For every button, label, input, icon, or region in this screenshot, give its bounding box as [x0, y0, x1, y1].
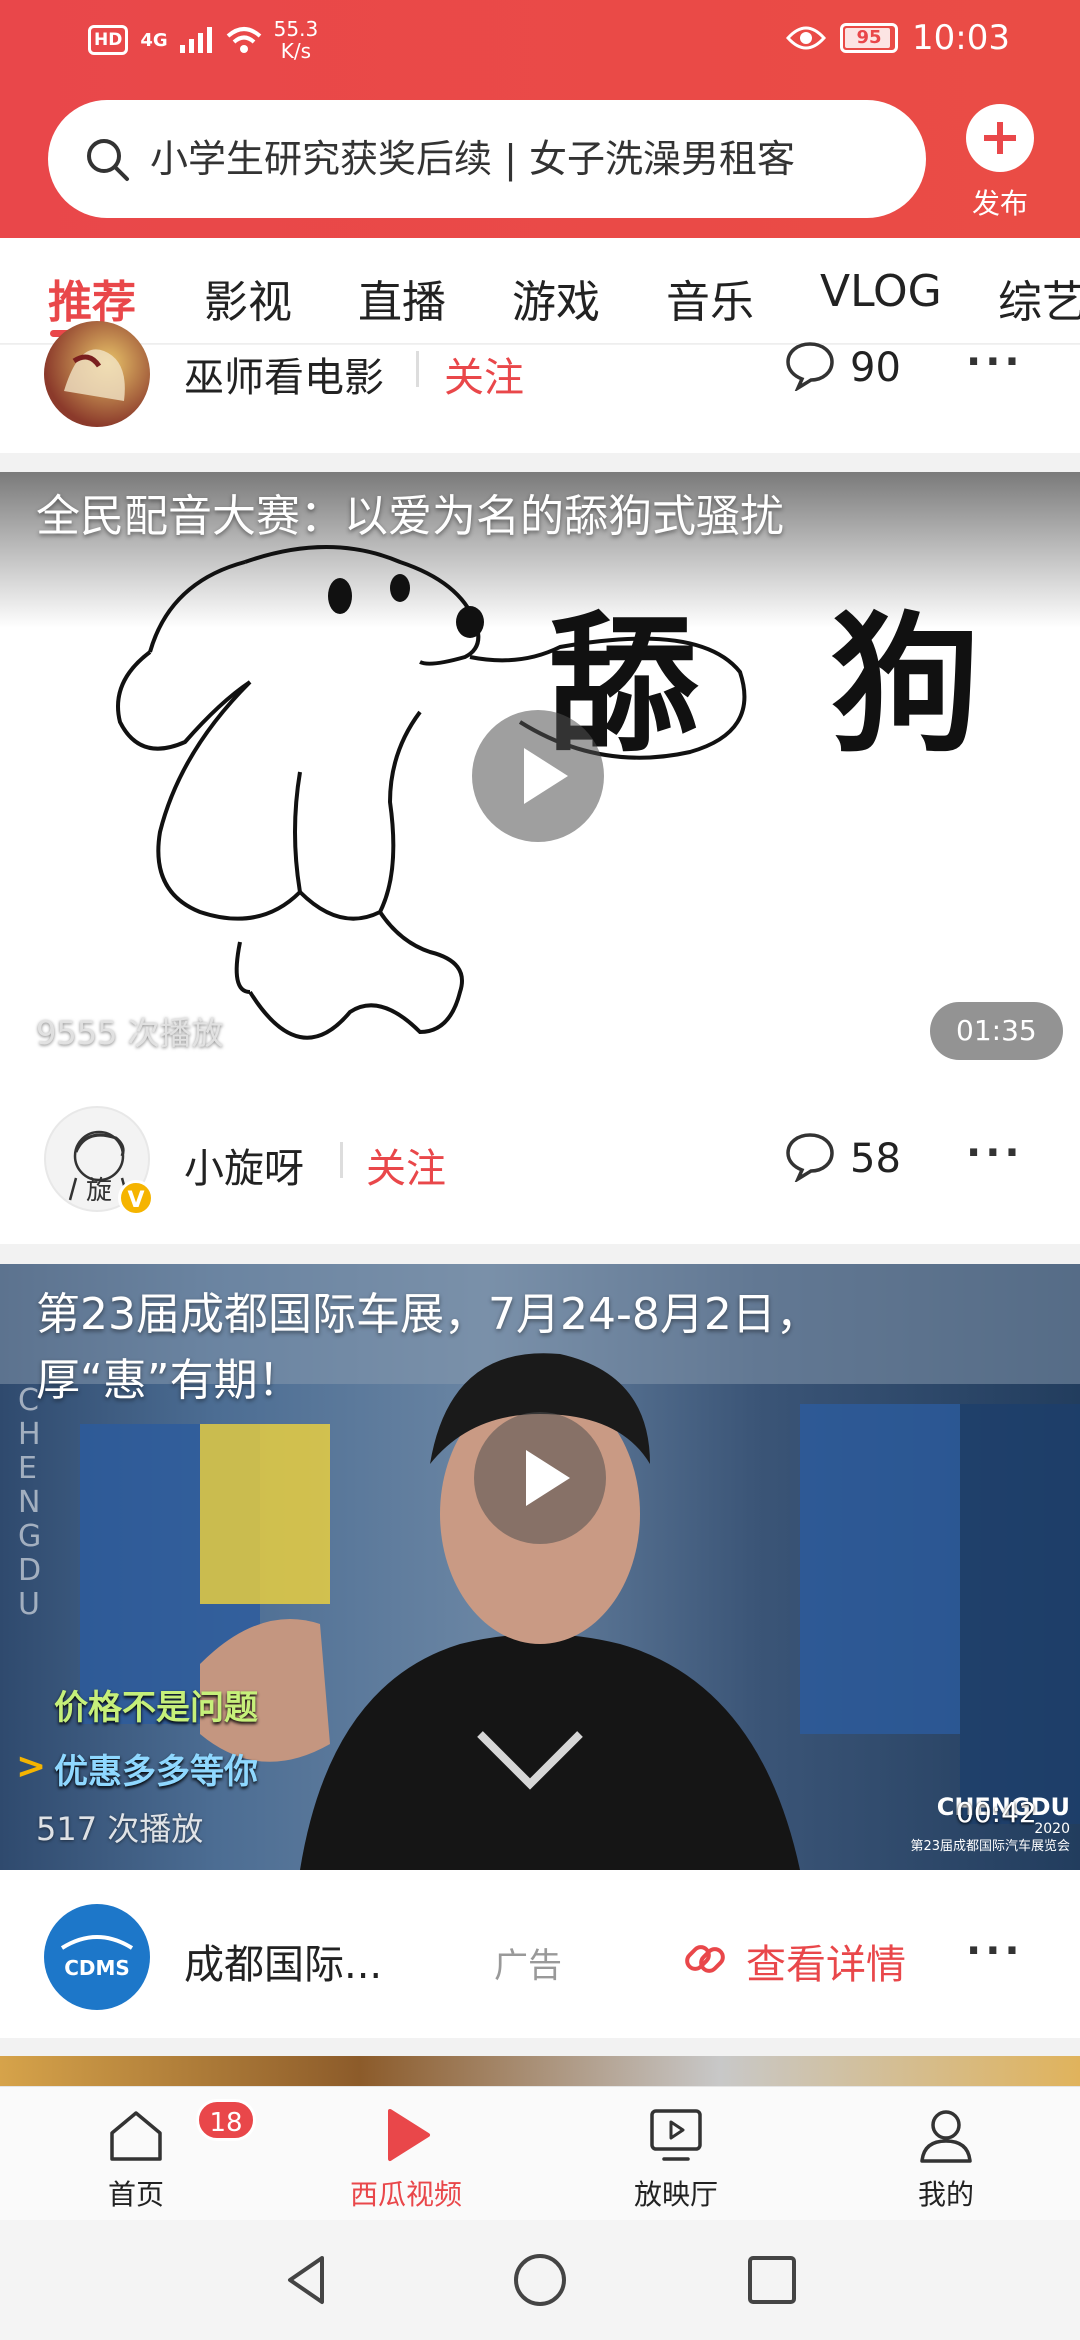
network-type: 4G: [140, 29, 168, 51]
comment-count: 90: [850, 345, 901, 391]
caption-line2: 优惠多多等你: [54, 1752, 258, 1792]
ad-label: 广告: [494, 1946, 562, 1986]
user-icon: [920, 2110, 972, 2163]
side-text: CHENGDU: [18, 1383, 42, 1622]
avatar[interactable]: 旋 V: [44, 1106, 154, 1216]
nav-cinema[interactable]: 放映厅: [586, 2087, 766, 2221]
view-count: 517 次播放: [36, 1810, 204, 1848]
publish-label: 发布: [971, 187, 1028, 220]
caption-line1: 价格不是问题: [54, 1688, 258, 1728]
video-thumbnail[interactable]: 第23届成都国际车展，7月24-8月2日， 厚“惠”有期！ CHENGDU 价格…: [0, 1264, 1080, 1870]
verified-badge: V: [118, 1180, 154, 1216]
network-speed: 55.3 K/s: [274, 18, 319, 62]
duration-badge: 01:35: [930, 1002, 1063, 1060]
signal-icon: [179, 27, 212, 53]
video-title[interactable]: 第23届成都国际车展，7月24-8月2日， 厚“惠”有期！: [36, 1282, 820, 1414]
duration-badge: 00:42: [956, 1796, 1037, 1829]
avatar[interactable]: [44, 321, 150, 427]
notification-badge: 18: [196, 2099, 256, 2141]
feed-card-2-footer: CDMS 成都国际... 广告 查看详情 ···: [0, 1870, 1080, 2038]
link-icon: [685, 1945, 725, 1973]
tab-games[interactable]: 游戏: [512, 266, 600, 330]
nav-home[interactable]: 18 首页: [46, 2087, 256, 2221]
tab-live[interactable]: 直播: [358, 266, 446, 330]
more-icon[interactable]: ···: [966, 1928, 1024, 1974]
wifi-icon: [226, 27, 261, 53]
video-title[interactable]: 全民配音大赛：以爱为名的舔狗式骚扰: [36, 484, 784, 550]
status-left: HD 4G 55.3 K/s: [88, 18, 318, 62]
home-circle-icon[interactable]: [510, 2250, 570, 2310]
more-icon[interactable]: ···: [966, 1130, 1024, 1176]
comment-icon[interactable]: [784, 1130, 836, 1182]
back-icon[interactable]: [278, 2250, 338, 2310]
comment-icon[interactable]: [784, 339, 836, 391]
follow-button[interactable]: 关注: [444, 345, 524, 403]
nav-label: 西瓜视频: [349, 2178, 462, 2211]
divider: [416, 351, 419, 387]
status-bar: HD 4G 55.3 K/s 95 10:03: [0, 0, 1080, 80]
nav-xigua-video[interactable]: 西瓜视频: [316, 2087, 496, 2221]
system-navigation-bar: [0, 2220, 1080, 2340]
clock: 10:03: [912, 18, 1010, 58]
tv-play-icon: [650, 2109, 702, 2161]
advertiser-name[interactable]: 成都国际...: [184, 1932, 382, 1990]
video-title-line2: 厚“惠”有期！: [36, 1355, 302, 1406]
avatar-image: [64, 349, 125, 401]
search-suggestion[interactable]: 小学生研究获奖后续 | 女子洗澡男租客: [150, 130, 910, 188]
watermark-line3: 第23届成都国际汽车展览会: [910, 1839, 1070, 1854]
overlay-caption: 舔 狗: [548, 599, 1021, 773]
comment-count: 58: [850, 1136, 901, 1182]
play-icon[interactable]: [472, 710, 604, 842]
nav-label: 首页: [107, 2178, 164, 2211]
channel-tabs: 推荐 影视 直播 游戏 音乐 VLOG 综艺: [0, 238, 1080, 344]
home-icon: [110, 2111, 162, 2161]
app-header: HD 4G 55.3 K/s 95 10:03 小学生研究获奖后续 | 女子洗澡…: [0, 0, 1080, 238]
nav-profile[interactable]: 我的: [856, 2087, 1036, 2221]
advertiser-logo[interactable]: CDMS: [44, 1904, 150, 2010]
speed-value: 55.3: [273, 17, 319, 41]
battery-level: 95: [856, 27, 882, 48]
view-count: 9555 次播放: [36, 1014, 224, 1052]
publish-button[interactable]: 发布: [962, 104, 1038, 222]
feed-card-1-footer: 旋 V 小旋呀 关注 58 ···: [0, 1072, 1080, 1244]
play-icon[interactable]: [474, 1412, 606, 1544]
video-title-line1: 第23届成都国际车展，7月24-8月2日，: [36, 1289, 820, 1340]
author-name[interactable]: 巫师看电影: [184, 345, 384, 403]
avatar-char: 旋: [86, 1176, 113, 1206]
plus-icon: [966, 104, 1034, 172]
next-card-preview: [0, 2056, 1080, 2086]
battery-icon: 95: [840, 23, 899, 53]
recents-icon[interactable]: [742, 2250, 802, 2310]
nav-label: 放映厅: [633, 2178, 718, 2211]
search-icon: [87, 139, 129, 181]
status-right: 95 10:03: [786, 18, 1010, 58]
logo-text: CDMS: [64, 1956, 130, 1980]
tab-vlog[interactable]: VLOG: [820, 266, 942, 317]
search-bar[interactable]: 小学生研究获奖后续 | 女子洗澡男租客: [48, 100, 926, 218]
hd-icon: HD: [88, 25, 129, 55]
arrow-icon: >: [16, 1746, 47, 1787]
bottom-navigation: 18 首页 西瓜视频 放映厅 我的: [0, 2086, 1080, 2220]
follow-button[interactable]: 关注: [366, 1136, 446, 1194]
nav-label: 我的: [917, 2178, 974, 2211]
divider: [340, 1142, 343, 1178]
tab-music[interactable]: 音乐: [666, 266, 754, 330]
speed-unit: K/s: [280, 39, 312, 63]
author-name[interactable]: 小旋呀: [184, 1136, 304, 1194]
video-thumbnail[interactable]: 全民配音大赛：以爱为名的舔狗式骚扰 舔 狗 9555 次播放 01:35: [0, 472, 1080, 1072]
view-details-link[interactable]: 查看详情: [746, 1932, 906, 1990]
tab-variety[interactable]: 综艺: [998, 266, 1080, 330]
feed-card-0: 巫师看电影 关注 90 ···: [0, 321, 1080, 453]
tab-film-tv[interactable]: 影视: [204, 266, 292, 330]
play-icon: [388, 2109, 430, 2161]
eye-comfort-icon: [786, 26, 827, 50]
more-icon[interactable]: ···: [966, 339, 1024, 385]
